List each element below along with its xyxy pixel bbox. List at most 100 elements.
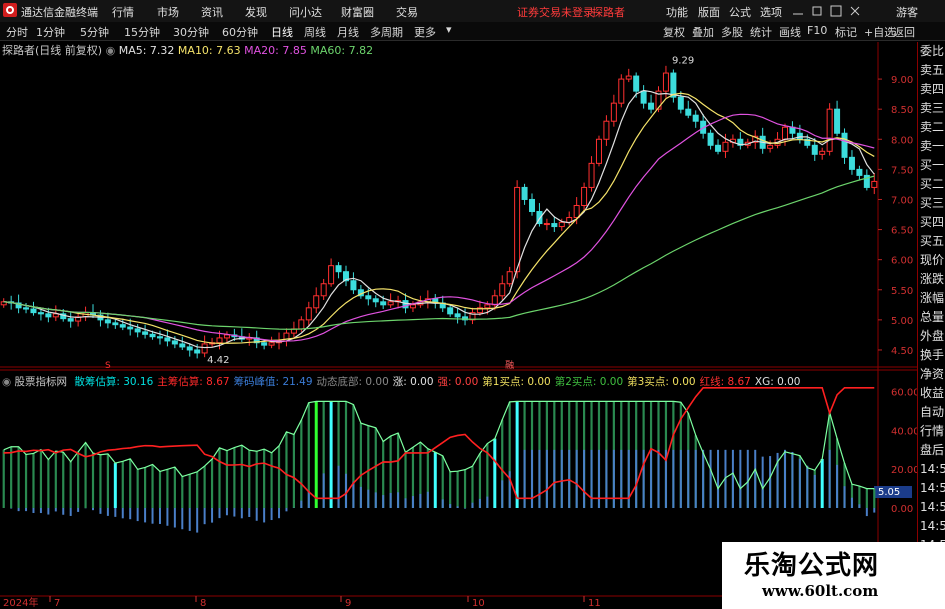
candle-body [841, 132, 848, 158]
candle-body [595, 138, 602, 164]
candle-body [670, 72, 677, 98]
event-marker: S [105, 361, 111, 371]
x-axis-label: 9 [345, 598, 351, 609]
side-panel-item[interactable]: 卖五 [918, 61, 945, 80]
side-panel-item[interactable]: 总量 [918, 308, 945, 327]
candle-body [142, 331, 149, 335]
candle-body [767, 144, 774, 149]
indicator-settings-icon[interactable]: ◉ [2, 376, 11, 388]
candle-body [514, 186, 521, 273]
side-panel-item[interactable]: 14:50 [918, 460, 945, 479]
candle-body [811, 144, 818, 155]
y-tick-label: 5.00 [891, 316, 913, 327]
candle-body [707, 132, 714, 146]
ma20-line [3, 113, 875, 342]
candle-body [796, 132, 803, 140]
side-panel-item[interactable]: 买二 [918, 175, 945, 194]
candle-body [119, 324, 126, 328]
indicator-item: 涨: 0.00 [392, 376, 434, 388]
candle-body [499, 283, 506, 297]
watermark-title: 乐淘公式网 [744, 551, 880, 581]
candle-body [216, 337, 223, 344]
candle-body [365, 295, 372, 300]
indicator-item: 第3买点: 0.00 [627, 376, 696, 388]
y-tick-label: 6.00 [891, 256, 913, 267]
stock-label: 探路者(日线 前复权) [2, 44, 103, 57]
side-panel-item[interactable]: 涨幅 [918, 289, 945, 308]
candle-body [551, 223, 558, 228]
y-tick-label: 8.50 [891, 105, 913, 116]
current-value-label: 5.05 [878, 487, 900, 498]
candle-body [45, 313, 52, 318]
side-panel-item[interactable]: 委比 [918, 42, 945, 61]
candle-body [648, 102, 655, 110]
ma20-label: MA20: 7.85 [244, 44, 307, 57]
side-panel-item[interactable]: 净资 [918, 365, 945, 384]
y-tick-label: 7.00 [891, 195, 913, 206]
kline-chart[interactable]: 9.00 8.50 8.00 7.50 7.00 6.50 6.00 5.50 5.00 4.50… [0, 0, 945, 609]
candle-body [625, 75, 632, 80]
candle-body [491, 295, 498, 306]
watermark-url: www.60lt.com [762, 582, 879, 600]
candle-body [223, 334, 230, 339]
candle-body [848, 156, 855, 170]
side-panel-item[interactable]: 买三 [918, 194, 945, 213]
candle-body [409, 304, 416, 309]
side-panel-item[interactable]: 自动 [918, 403, 945, 422]
y-tick-label: 7.50 [891, 165, 913, 176]
candle-body [127, 326, 134, 330]
indicator-item: 强: 0.00 [437, 376, 479, 388]
side-panel-item[interactable]: 卖三 [918, 99, 945, 118]
side-panel-item[interactable]: 买五 [918, 232, 945, 251]
indicator-item: XG: 0.00 [754, 376, 801, 388]
candle-body [454, 313, 461, 318]
candle-body [171, 340, 178, 345]
candle-body [581, 186, 588, 206]
side-panel-item[interactable]: 卖四 [918, 80, 945, 99]
side-panel-item[interactable]: 外盘 [918, 327, 945, 346]
side-panel-item[interactable]: 收益 [918, 384, 945, 403]
watermark: 乐淘公式网 www.60lt.com [722, 542, 945, 609]
indicator-item: 第1买点: 0.00 [482, 376, 551, 388]
candle-body [573, 204, 580, 219]
indicator-item: 第2买点: 0.00 [554, 376, 624, 388]
candle-body [640, 90, 647, 104]
candle-body [134, 328, 141, 333]
side-panel-item[interactable]: 买一 [918, 156, 945, 175]
side-panel-item[interactable]: 14:50 [918, 479, 945, 498]
side-panel-item[interactable]: 现价 [918, 251, 945, 270]
side-panel-item[interactable]: 卖二 [918, 118, 945, 137]
side-panel-item[interactable]: 14:50 [918, 498, 945, 517]
candle-body [37, 312, 44, 315]
x-axis-label: 10 [472, 598, 485, 609]
candle-body [529, 198, 536, 213]
candle-body [603, 120, 610, 140]
candle-body [618, 78, 625, 104]
side-panel-item[interactable]: 盘后 [918, 441, 945, 460]
side-panel-item[interactable]: 14:50 [918, 517, 945, 536]
settings-icon[interactable]: ◉ [106, 44, 116, 57]
side-panel-item[interactable]: 涨跌 [918, 270, 945, 289]
candle-body [112, 322, 119, 326]
candle-body [588, 162, 595, 188]
side-panel-item[interactable]: 卖一 [918, 137, 945, 156]
ma5-label: MA5: 7.32 [118, 44, 175, 57]
candle-body [819, 150, 826, 155]
y-tick-label: 9.00 [891, 75, 913, 86]
indicator-y-label: 20.00 [891, 465, 920, 476]
candle-body [328, 265, 335, 285]
candle-body [23, 307, 30, 310]
y-tick-label: 8.00 [891, 135, 913, 146]
candle-body [350, 280, 357, 291]
candle-body [149, 333, 156, 338]
side-panel-item[interactable]: 换手 [918, 346, 945, 365]
side-panel-item[interactable]: 买四 [918, 213, 945, 232]
indicator-name: 股票指标网 [14, 376, 68, 388]
side-panel-item[interactable]: 行情 [918, 422, 945, 441]
candle-body [104, 319, 111, 324]
ma10-label: MA10: 7.63 [177, 44, 241, 57]
indicator-item: 筹码峰值: 21.49 [233, 376, 313, 388]
candle-body [521, 186, 528, 200]
indicator-y-label: 0.00 [891, 504, 913, 515]
candle-body [30, 308, 37, 314]
